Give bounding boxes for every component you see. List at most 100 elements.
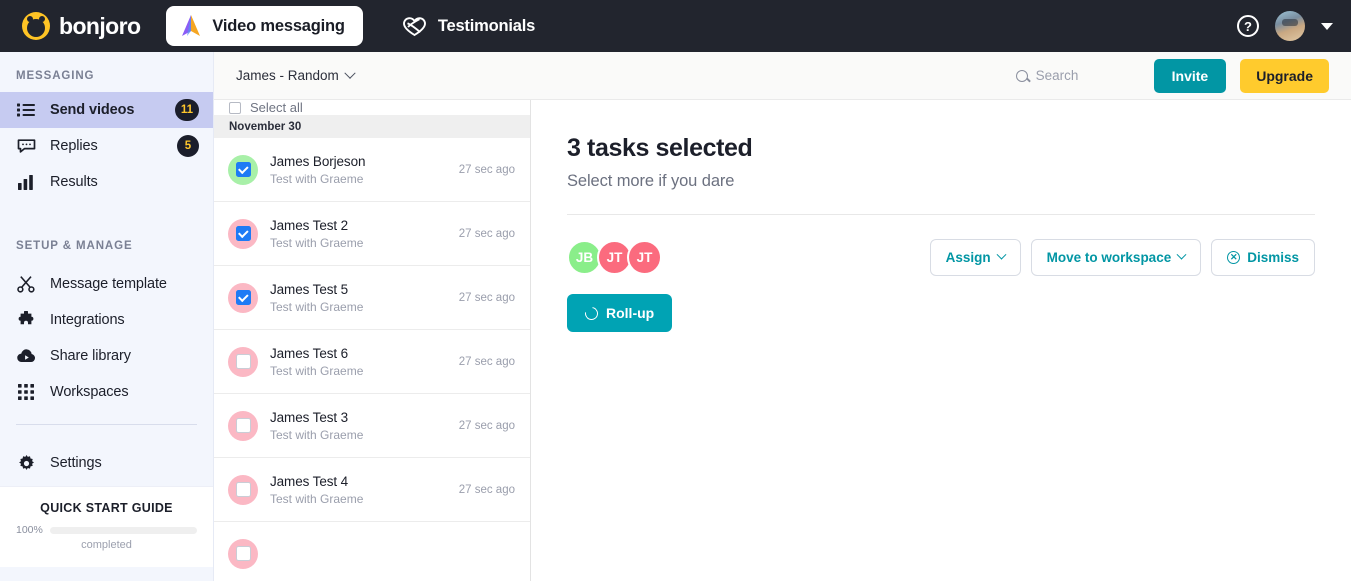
- task-list-panel: Select all November 30 James Borjeson Tes…: [214, 100, 531, 581]
- sidebar-item-share-library[interactable]: Share library: [0, 338, 213, 374]
- sidebar-label-integrations: Integrations: [50, 312, 125, 328]
- date-group-header: November 30: [214, 116, 530, 138]
- sidebar-section-setup: SETUP & MANAGE: [16, 240, 133, 252]
- puzzle-icon: [16, 311, 36, 329]
- heart-infinity-icon: [401, 15, 428, 37]
- task-timestamp: 27 sec ago: [458, 291, 515, 304]
- top-navigation-bar: bonjoro Video messaging Testimonials ?: [0, 0, 1351, 52]
- move-to-workspace-button[interactable]: Move to workspace: [1030, 239, 1202, 276]
- task-name: James Test 6: [270, 345, 349, 361]
- help-question-icon[interactable]: ?: [1237, 15, 1259, 37]
- task-subtitle: Test with Graeme: [270, 491, 364, 506]
- search-icon: [1015, 69, 1028, 82]
- task-avatar: [228, 154, 258, 185]
- task-row[interactable]: James Test 4 Test with Graeme 27 sec ago: [214, 458, 530, 522]
- dismiss-button[interactable]: ✕ Dismiss: [1211, 239, 1315, 276]
- search-input[interactable]: [1035, 68, 1136, 83]
- detail-title: 3 tasks selected: [567, 134, 753, 162]
- nav-item-video-messaging[interactable]: Video messaging: [166, 6, 363, 46]
- nav-item-testimonials[interactable]: Testimonials: [391, 7, 545, 45]
- roll-up-button[interactable]: Roll-up: [567, 294, 673, 332]
- task-name: James Test 4: [270, 473, 349, 489]
- user-avatar[interactable]: [1275, 11, 1305, 41]
- task-checkbox[interactable]: [235, 354, 251, 369]
- task-timestamp: 27 sec ago: [458, 483, 515, 496]
- task-text: James Test 4 Test with Graeme: [270, 474, 447, 506]
- quick-start-guide-panel[interactable]: QUICK START GUIDE 100% completed: [0, 486, 213, 567]
- select-all-checkbox[interactable]: [229, 101, 241, 114]
- task-avatar: [228, 282, 258, 313]
- task-avatar: [228, 410, 258, 441]
- workspace-selector[interactable]: James - Random: [236, 67, 356, 83]
- task-row[interactable]: James Test 2 Test with Graeme 27 sec ago: [214, 202, 530, 266]
- task-row[interactable]: James Borjeson Test with Graeme 27 sec ago: [214, 138, 530, 202]
- dismiss-label: Dismiss: [1247, 250, 1299, 265]
- search-box[interactable]: [1015, 68, 1140, 83]
- task-row[interactable]: [214, 522, 530, 581]
- task-timestamp: 27 sec ago: [458, 163, 515, 176]
- sidebar-label-settings: Settings: [50, 455, 102, 471]
- task-text: James Test 5 Test with Graeme: [270, 282, 447, 314]
- chevron-down-icon[interactable]: [1321, 22, 1333, 30]
- sidebar-item-workspaces[interactable]: Workspaces: [0, 374, 213, 410]
- brand-logo[interactable]: bonjoro: [22, 12, 141, 40]
- task-name: James Test 3: [270, 409, 349, 425]
- task-row[interactable]: James Test 5 Test with Graeme 27 sec ago: [214, 266, 530, 330]
- sidebar-label-share-library: Share library: [50, 348, 131, 364]
- task-checkbox[interactable]: [235, 226, 251, 241]
- workspace-name: James - Random: [236, 68, 339, 83]
- list-icon: [16, 103, 36, 117]
- sidebar-item-send-videos[interactable]: Send videos 11: [0, 92, 213, 128]
- assign-button[interactable]: Assign: [929, 239, 1021, 276]
- sidebar-label-results: Results: [50, 174, 98, 190]
- upgrade-button[interactable]: Upgrade: [1240, 58, 1329, 93]
- detail-action-buttons: Assign Move to workspace ✕ Dismiss: [929, 239, 1315, 276]
- sidebar-label-workspaces: Workspaces: [50, 384, 129, 400]
- invite-button[interactable]: Invite: [1153, 58, 1227, 93]
- chevron-down-icon: [344, 67, 356, 79]
- detail-subtitle: Select more if you dare: [567, 172, 735, 190]
- bonjoro-bear-logo-icon: [22, 12, 50, 40]
- task-checkbox[interactable]: [235, 290, 251, 305]
- task-checkbox[interactable]: [235, 482, 251, 497]
- quick-start-title: QUICK START GUIDE: [40, 501, 173, 515]
- sidebar-item-message-template[interactable]: Message template: [0, 266, 213, 302]
- task-text: James Borjeson Test with Graeme: [270, 154, 447, 186]
- task-name: James Test 5: [270, 281, 349, 297]
- body-region: MESSAGING Send videos 11 Replies 5 Resul…: [0, 52, 1351, 581]
- chat-bubble-icon: [16, 138, 36, 154]
- nav-label-testimonials: Testimonials: [437, 16, 536, 35]
- sidebar-item-replies[interactable]: Replies 5: [0, 128, 213, 164]
- task-timestamp: 27 sec ago: [458, 355, 515, 368]
- paper-plane-icon: [180, 14, 202, 38]
- selected-avatars-stack: JB JT JT: [567, 240, 662, 275]
- select-all-row[interactable]: Select all: [214, 100, 530, 116]
- task-avatar: [228, 346, 258, 377]
- quick-start-progress-bar: [49, 526, 197, 534]
- sidebar-label-message-template: Message template: [50, 276, 167, 292]
- top-nav-right-group: ?: [1237, 11, 1333, 41]
- circle-x-icon: ✕: [1227, 251, 1241, 264]
- bar-chart-icon: [16, 174, 36, 190]
- task-checkbox[interactable]: [235, 162, 251, 177]
- sidebar-badge-send-videos: 11: [174, 99, 199, 121]
- task-subtitle: Test with Graeme: [270, 299, 364, 314]
- sidebar-bottom-strip: [0, 567, 213, 581]
- sidebar: MESSAGING Send videos 11 Replies 5 Resul…: [0, 52, 214, 581]
- toolbar-right-group: Invite Upgrade: [1015, 58, 1329, 93]
- sidebar-item-integrations[interactable]: Integrations: [0, 302, 213, 338]
- task-avatar: [228, 218, 258, 249]
- sidebar-section-messaging: MESSAGING: [16, 70, 95, 82]
- task-checkbox[interactable]: [235, 546, 251, 561]
- move-to-workspace-label: Move to workspace: [1046, 250, 1172, 265]
- cloud-play-icon: [16, 349, 36, 363]
- task-checkbox[interactable]: [235, 418, 251, 433]
- right-area: James - Random Invite Upgrade: [214, 52, 1351, 581]
- task-row[interactable]: James Test 6 Test with Graeme 27 sec ago: [214, 330, 530, 394]
- task-row[interactable]: James Test 3 Test with Graeme 27 sec ago: [214, 394, 530, 458]
- sidebar-item-results[interactable]: Results: [0, 164, 213, 200]
- sidebar-item-settings[interactable]: Settings: [0, 445, 213, 481]
- app-root: bonjoro Video messaging Testimonials ? M…: [0, 0, 1351, 581]
- task-timestamp: 27 sec ago: [458, 227, 515, 240]
